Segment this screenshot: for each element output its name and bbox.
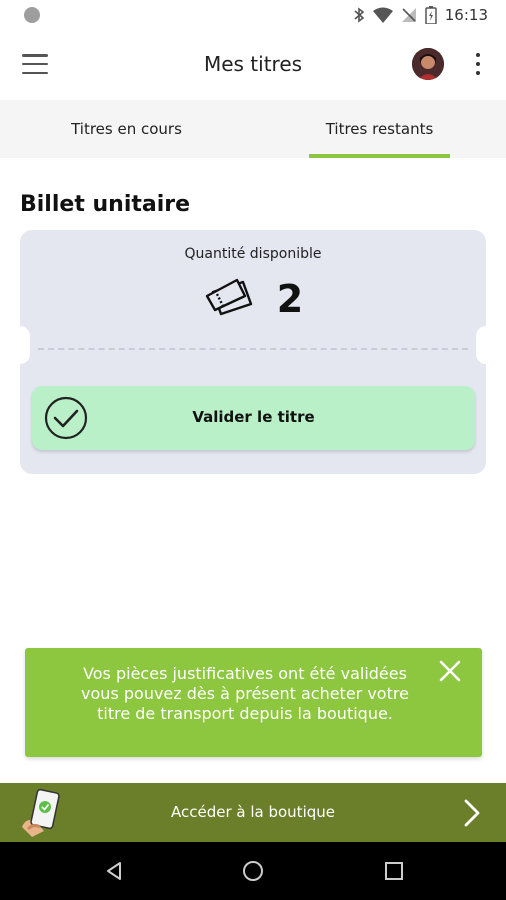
back-icon[interactable] (102, 859, 126, 883)
chevron-right-icon[interactable] (460, 798, 484, 828)
ticket-notch-left (10, 326, 30, 364)
no-signal-icon (401, 7, 417, 23)
validate-ticket-label: Valider le titre (192, 408, 315, 426)
success-toast: Vos pièces justificatives ont été validé… (25, 648, 482, 757)
close-icon[interactable] (437, 658, 463, 684)
bluetooth-icon (353, 7, 365, 23)
tab-titres-en-cours[interactable]: Titres en cours (0, 100, 253, 158)
ticket-divider (38, 348, 468, 350)
avatar[interactable] (412, 48, 444, 80)
status-bar: 16:13 (0, 0, 506, 30)
quantity-value: 2 (276, 276, 304, 321)
kebab-icon[interactable] (468, 50, 488, 78)
ticket-icon (203, 272, 261, 325)
section-title: Billet unitaire (20, 192, 191, 217)
notification-dot-icon (24, 7, 40, 23)
quantity-row: 2 (20, 272, 486, 325)
status-icons: 16:13 (353, 6, 488, 24)
validate-ticket-button[interactable]: Valider le titre (32, 386, 475, 450)
shop-label: Accéder à la boutique (170, 803, 335, 821)
ticket-card: Quantité disponible 2 Valider le titre (20, 230, 486, 474)
shop-bar[interactable]: Accéder à la boutique (0, 783, 506, 842)
home-icon[interactable] (241, 859, 265, 883)
tab-titres-restants[interactable]: Titres restants (253, 100, 506, 158)
battery-icon (425, 6, 437, 24)
ticket-notch-right (476, 326, 496, 364)
wifi-icon (372, 7, 393, 23)
tab-bar: Titres en cours Titres restants (0, 100, 506, 158)
status-time: 16:13 (444, 6, 488, 24)
system-nav-bar (0, 842, 506, 900)
toast-message: Vos pièces justificatives ont été validé… (81, 664, 409, 723)
app-bar: Mes titres (0, 30, 506, 100)
recents-icon[interactable] (382, 859, 406, 883)
quantity-label: Quantité disponible (184, 246, 322, 262)
